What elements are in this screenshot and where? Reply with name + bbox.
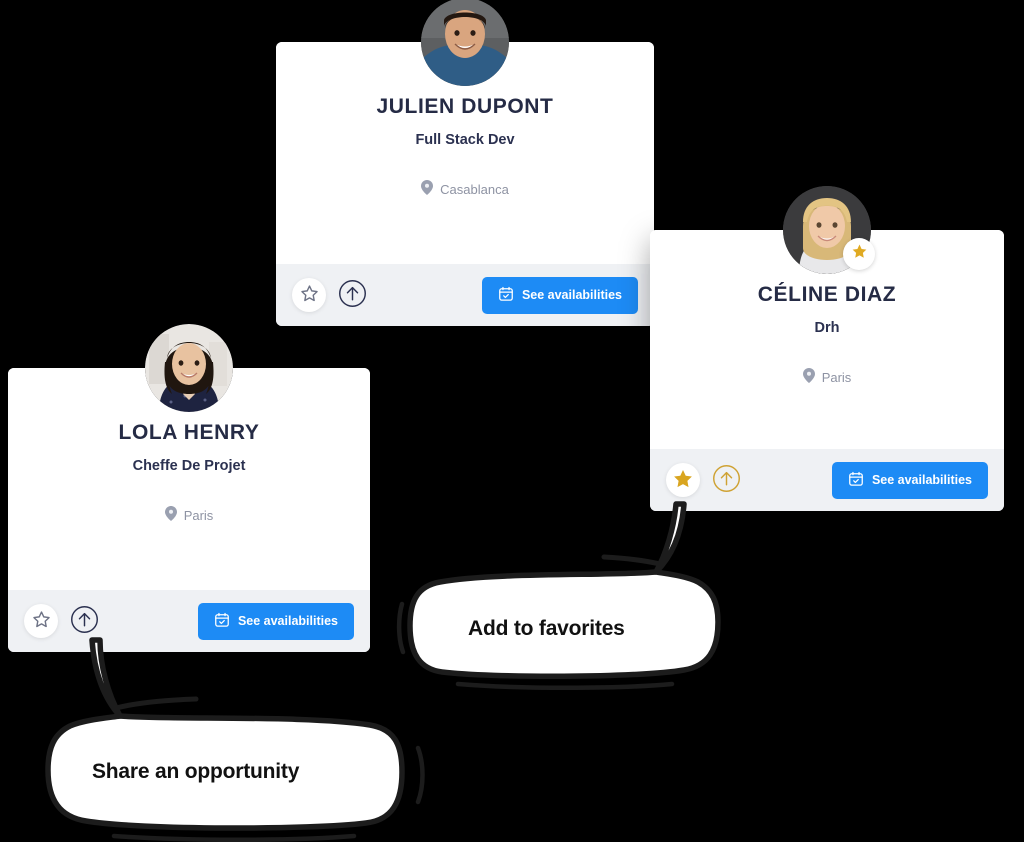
footer-icon-group — [24, 604, 101, 638]
card-location-text: Paris — [183, 507, 214, 523]
star-filled-icon — [851, 243, 868, 265]
see-availabilities-label: See availabilities — [871, 473, 972, 487]
card-body: CÉLINE DIAZ Drh Paris — [650, 186, 1004, 449]
avatar-image-lola — [145, 324, 233, 412]
card-footer: See availabilities — [276, 264, 654, 326]
footer-icon-group — [666, 463, 743, 497]
share-button-lola[interactable] — [67, 604, 101, 638]
map-pin-icon — [802, 368, 815, 386]
star-filled-icon — [672, 468, 694, 493]
card-location-text: Casablanca — [440, 181, 509, 197]
profile-card-lola[interactable]: LOLA HENRY Cheffe De Projet Paris See av… — [8, 324, 370, 652]
see-availabilities-button-lola[interactable]: See availabilities — [197, 602, 354, 640]
map-pin-icon — [164, 506, 177, 524]
card-location: Paris — [8, 506, 370, 550]
avatar — [783, 186, 875, 274]
tooltip-add-to-favorites: Add to favorites — [396, 498, 728, 690]
profile-card-celine[interactable]: CÉLINE DIAZ Drh Paris See availabilities — [650, 186, 1004, 511]
calendar-check-icon — [848, 471, 864, 490]
tooltip-share-an-opportunity-label: Share an opportunity — [92, 760, 300, 783]
avatar — [421, 0, 509, 86]
tooltip-add-to-favorites-label: Add to favorites — [468, 617, 625, 640]
map-pin-icon — [421, 180, 434, 198]
card-name: CÉLINE DIAZ — [757, 283, 897, 306]
see-availabilities-button-julien[interactable]: See availabilities — [481, 276, 638, 314]
avatar-image-julien — [421, 0, 509, 86]
arrow-up-circle-icon — [70, 605, 99, 637]
calendar-check-icon — [498, 286, 514, 305]
star-button-julien[interactable] — [292, 278, 326, 312]
card-location: Casablanca — [276, 180, 654, 224]
screenshot-stage: JULIEN DUPONT Full Stack Dev Casablanca — [0, 0, 1024, 842]
card-role: Drh — [814, 320, 840, 337]
arrow-up-circle-icon — [712, 464, 741, 496]
tooltip-share-an-opportunity: Share an opportunity — [44, 637, 434, 842]
card-role: Full Stack Dev — [415, 132, 515, 149]
see-availabilities-label: See availabilities — [521, 288, 622, 302]
star-button-lola[interactable] — [24, 604, 58, 638]
star-button-celine[interactable] — [666, 463, 700, 497]
share-button-celine[interactable] — [709, 463, 743, 497]
share-button-julien[interactable] — [335, 278, 369, 312]
favorite-badge — [843, 238, 875, 270]
see-availabilities-button-celine[interactable]: See availabilities — [831, 461, 988, 499]
card-name: LOLA HENRY — [118, 421, 260, 444]
footer-icon-group — [292, 278, 369, 312]
card-body: JULIEN DUPONT Full Stack Dev Casablanca — [276, 0, 654, 264]
card-body: LOLA HENRY Cheffe De Projet Paris — [8, 324, 370, 590]
card-location: Paris — [650, 368, 1004, 412]
card-location-text: Paris — [821, 369, 852, 385]
star-outline-icon — [300, 284, 319, 306]
calendar-check-icon — [214, 612, 230, 631]
card-name: JULIEN DUPONT — [376, 95, 554, 118]
profile-card-julien[interactable]: JULIEN DUPONT Full Stack Dev Casablanca — [276, 0, 654, 326]
star-outline-icon — [32, 610, 51, 632]
avatar — [145, 324, 233, 412]
arrow-up-circle-icon — [338, 279, 367, 311]
see-availabilities-label: See availabilities — [237, 614, 338, 628]
card-role: Cheffe De Projet — [132, 458, 246, 475]
